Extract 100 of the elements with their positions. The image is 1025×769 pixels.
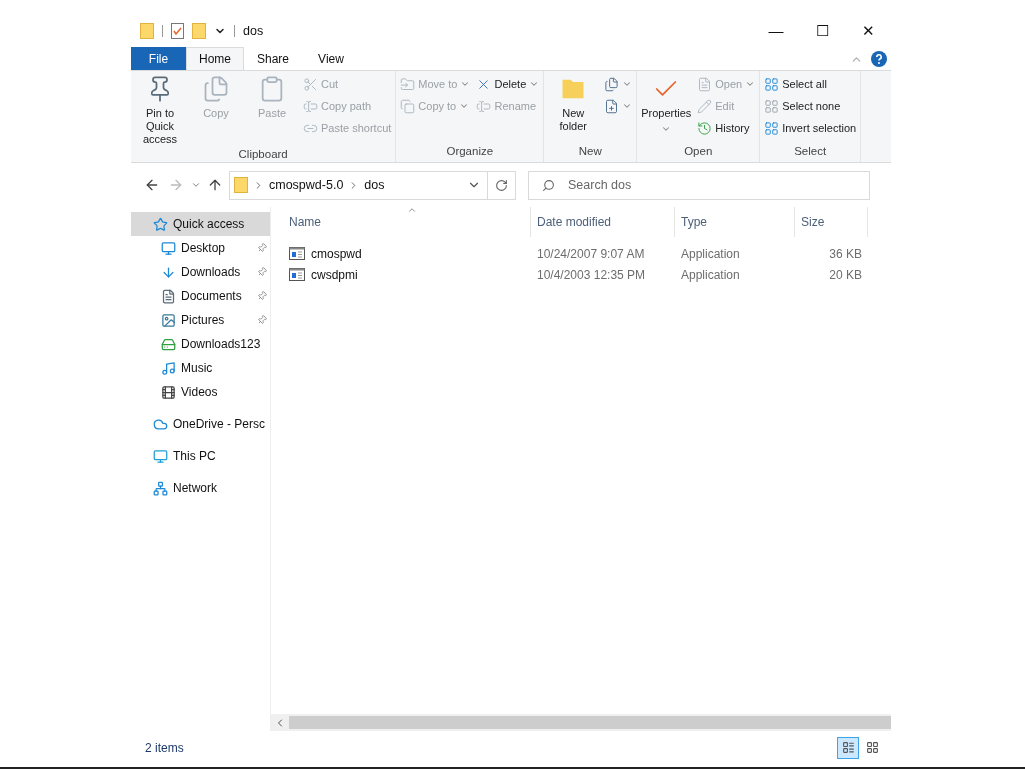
down-arrow-icon	[161, 264, 176, 280]
grid-icon	[764, 120, 780, 136]
help-icon[interactable]	[871, 51, 887, 67]
caret-icon	[622, 79, 633, 89]
ribbon-button[interactable]	[604, 75, 633, 93]
date-cell-text: 10/24/2007 9:07 AM	[536, 245, 646, 263]
caret-icon	[745, 79, 756, 89]
caret-icon	[622, 101, 633, 111]
column-header[interactable]: Name	[283, 207, 531, 237]
group-label: Organize	[445, 143, 495, 159]
picture-icon	[161, 312, 176, 328]
ribbon-tab[interactable]: Home	[186, 47, 244, 70]
group-label: Select	[793, 143, 828, 159]
ribbon-button[interactable]: Pin to Quick access	[132, 71, 188, 146]
list-icon	[841, 741, 855, 754]
sidebar-item[interactable]: Downloads	[131, 260, 270, 284]
text-field-icon	[303, 98, 318, 114]
type-cell-text: Application	[680, 266, 741, 284]
history-icon	[697, 120, 713, 136]
ribbon-button[interactable]: New folder	[545, 71, 602, 133]
network-icon	[153, 480, 168, 496]
back-icon[interactable]	[144, 177, 160, 193]
cloud-icon	[153, 416, 168, 432]
document-icon	[697, 76, 713, 92]
folder-icon	[192, 23, 206, 39]
caret-icon	[661, 124, 672, 134]
sidebar-item[interactable]: Desktop	[131, 236, 270, 260]
grid-icon	[865, 741, 879, 754]
text-field-icon	[476, 98, 492, 114]
breadcrumb[interactable]: cmospwd-5.0	[269, 175, 344, 195]
sidebar-item[interactable]: Videos	[131, 380, 270, 404]
refresh-icon[interactable]	[495, 178, 508, 192]
search-icon	[542, 178, 555, 192]
column-header[interactable]: Size	[795, 207, 868, 237]
monitor-icon	[153, 448, 168, 464]
ribbon-button[interactable]: Select none	[764, 97, 857, 115]
files-icon	[604, 76, 620, 92]
grid-icon	[764, 76, 780, 92]
ribbon-button[interactable]: Properties	[638, 71, 695, 134]
horizontal-scrollbar[interactable]	[271, 714, 891, 731]
sidebar-item[interactable]: This PC	[131, 444, 270, 468]
search-field[interactable]: Search dos	[528, 170, 870, 200]
ribbon-button[interactable]	[604, 97, 633, 115]
music-note-icon	[161, 360, 176, 376]
address-bar[interactable]: cmospwd-5.0 dos	[229, 170, 516, 200]
size-cell-text: 20 KB	[828, 266, 863, 284]
group-label: Open	[683, 143, 714, 159]
ribbon-button[interactable]: History	[697, 119, 756, 137]
document-icon	[161, 288, 176, 304]
sidebar-item[interactable]: Documents	[131, 284, 270, 308]
caret-icon	[459, 101, 470, 111]
ribbon-button[interactable]: Delete	[476, 75, 540, 93]
folder-icon	[234, 177, 248, 193]
file-row[interactable]: cwsdpmi 10/4/2003 12:35 PM Application 20 KB	[283, 264, 891, 285]
size-cell-text: 36 KB	[828, 245, 863, 263]
sidebar-item[interactable]: Pictures	[131, 308, 270, 332]
film-icon	[161, 384, 176, 400]
ribbon-button[interactable]: Select all	[764, 75, 857, 93]
star-icon	[153, 216, 168, 232]
ribbon-tab[interactable]: File	[131, 47, 186, 70]
column-header[interactable]: Type	[675, 207, 795, 237]
window-title: dos	[243, 22, 264, 40]
copy-icon	[202, 75, 230, 103]
ribbon-button[interactable]: Invert selection	[764, 119, 857, 137]
file-name: cwsdpmi	[311, 266, 358, 284]
copy-icon	[400, 98, 416, 114]
drive-icon	[161, 336, 176, 352]
breadcrumb[interactable]: dos	[364, 175, 385, 195]
sidebar-item[interactable]: OneDrive - Persc	[131, 412, 270, 436]
monitor-icon	[161, 240, 176, 256]
grid-icon	[764, 98, 780, 114]
caret-icon	[460, 79, 471, 89]
caret-icon	[529, 79, 540, 89]
close-button[interactable]: ✕	[845, 16, 891, 46]
file-plus-icon	[604, 98, 620, 114]
file-name: cmospwd	[311, 245, 362, 263]
item-count: 2 items	[144, 739, 184, 757]
checklist-icon	[171, 23, 184, 39]
view-toggle[interactable]	[837, 736, 859, 759]
sidebar-item[interactable]: Music	[131, 356, 270, 380]
ribbon-tab[interactable]: Share	[244, 47, 302, 70]
sidebar-item[interactable]: Downloads123	[131, 332, 270, 356]
minimize-button[interactable]: —	[753, 16, 799, 46]
date-cell-text: 10/4/2003 12:35 PM	[536, 266, 647, 284]
type-cell-text: Application	[680, 245, 741, 263]
maximize-button[interactable]: ☐	[799, 16, 845, 46]
column-header[interactable]: Date modified	[531, 207, 675, 237]
scissors-icon	[303, 76, 318, 92]
folder-arrow-icon	[400, 76, 416, 92]
folder-icon	[140, 23, 154, 39]
up-icon[interactable]	[207, 177, 223, 193]
group-label: New	[577, 143, 603, 159]
sidebar-item[interactable]: Network	[131, 476, 270, 500]
ribbon-tab[interactable]: View	[302, 47, 360, 70]
application-icon	[289, 247, 305, 260]
pencil-icon	[697, 98, 713, 114]
group-label: Clipboard	[237, 147, 289, 162]
sidebar-item[interactable]: Quick access	[131, 212, 270, 236]
file-row[interactable]: cmospwd 10/24/2007 9:07 AM Application 36 KB	[283, 243, 891, 264]
application-icon	[289, 268, 305, 281]
